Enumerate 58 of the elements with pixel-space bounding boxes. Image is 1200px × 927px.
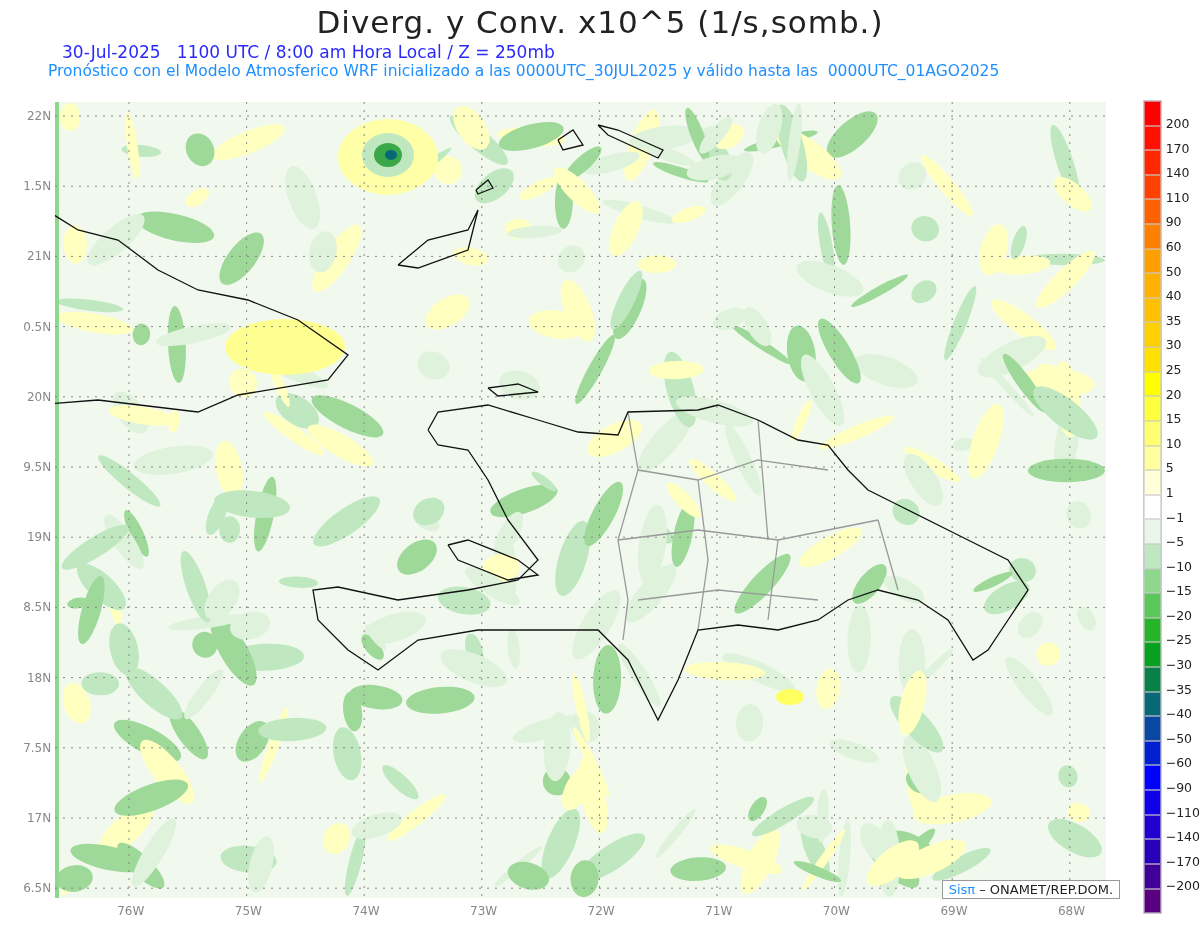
forecast-note: Pronóstico con el Modelo Atmosferico WRF inicializado a las 0000UTC_30JUL2025 y válido hasta las 0000UTC_01AGO2025 — [48, 62, 1000, 80]
colorbar-label: 5 — [1165, 459, 1175, 478]
colorbar-label: 200 — [1165, 115, 1191, 133]
colorbar-label: 1 — [1165, 483, 1175, 502]
latitude-label: 9.5N — [23, 459, 52, 474]
colorbar-label: 110 — [1165, 188, 1191, 207]
latitude-label: 17N — [26, 810, 52, 825]
logo-text: Sisπ — [948, 882, 976, 897]
colorbar-label: −1 — [1165, 508, 1186, 527]
latitude-label: 8.5N — [23, 600, 52, 615]
colorbar-label: 20 — [1165, 385, 1183, 404]
longitude-label: 71W — [704, 904, 734, 918]
colorbar-label: −60 — [1165, 754, 1194, 773]
credit-text: – ONAMET/REP.DOM. — [979, 882, 1114, 897]
chart-title: Diverg. y Conv. x10^5 (1/s,somb.) — [316, 4, 884, 40]
colorbar-label: 170 — [1165, 139, 1191, 158]
longitude-label: 70W — [821, 904, 851, 918]
colorbar-label: 30 — [1165, 336, 1183, 355]
latitude-label: 6.5N — [23, 881, 52, 896]
colorbar-label: −35 — [1165, 680, 1194, 699]
colorbar-label: −110 — [1165, 803, 1200, 822]
colorbar-label: −15 — [1165, 582, 1194, 601]
colorbar-label: −90 — [1165, 779, 1194, 798]
colorbar-label: 35 — [1165, 311, 1183, 330]
colorbar-label: −20 — [1165, 606, 1194, 625]
latitude-label: 7.5N — [23, 740, 52, 755]
longitude-label: 74W — [351, 904, 381, 918]
latitude-label: 1.5N — [23, 179, 52, 194]
latitude-label: 0.5N — [23, 319, 52, 334]
colorbar-label: −170 — [1165, 852, 1200, 871]
date-subtitle: 30-Jul-2025 1100 UTC / 8:00 am Hora Local / Z = 250mb — [62, 42, 555, 62]
colorbar-label: −10 — [1165, 557, 1194, 576]
colorbar-label: −140 — [1165, 828, 1200, 847]
longitude-label: 72W — [586, 904, 616, 918]
colorbar-label: 90 — [1165, 213, 1183, 232]
colorbar-label: 40 — [1165, 287, 1183, 306]
latitude-label: 21N — [26, 249, 52, 264]
colorbar-label: −25 — [1165, 631, 1194, 650]
colorbar-label: −40 — [1165, 705, 1194, 724]
colorbar-label: 50 — [1165, 262, 1183, 281]
longitude-label: 69W — [939, 904, 969, 918]
colorbar-label: −30 — [1165, 656, 1194, 675]
colorbar-label: 140 — [1165, 164, 1191, 183]
latitude-label: 22N — [26, 109, 52, 123]
longitude-label: 73W — [469, 904, 499, 918]
colorbar-label: 10 — [1165, 434, 1183, 453]
longitude-label: 76W — [116, 904, 146, 918]
colorbar-label: −5 — [1165, 533, 1186, 552]
colorbar-label: −200 — [1165, 877, 1200, 896]
longitude-label: 75W — [233, 904, 263, 918]
latitude-label: 20N — [26, 389, 52, 404]
colorbar-label: −50 — [1165, 729, 1194, 748]
colorbar-label: 15 — [1165, 410, 1183, 429]
longitude-label: 68W — [1056, 904, 1087, 918]
colorbar-label: 60 — [1165, 237, 1183, 256]
latitude-label: 19N — [26, 530, 52, 545]
latitude-label: 18N — [26, 670, 52, 685]
colorbar-label: 25 — [1165, 360, 1183, 379]
